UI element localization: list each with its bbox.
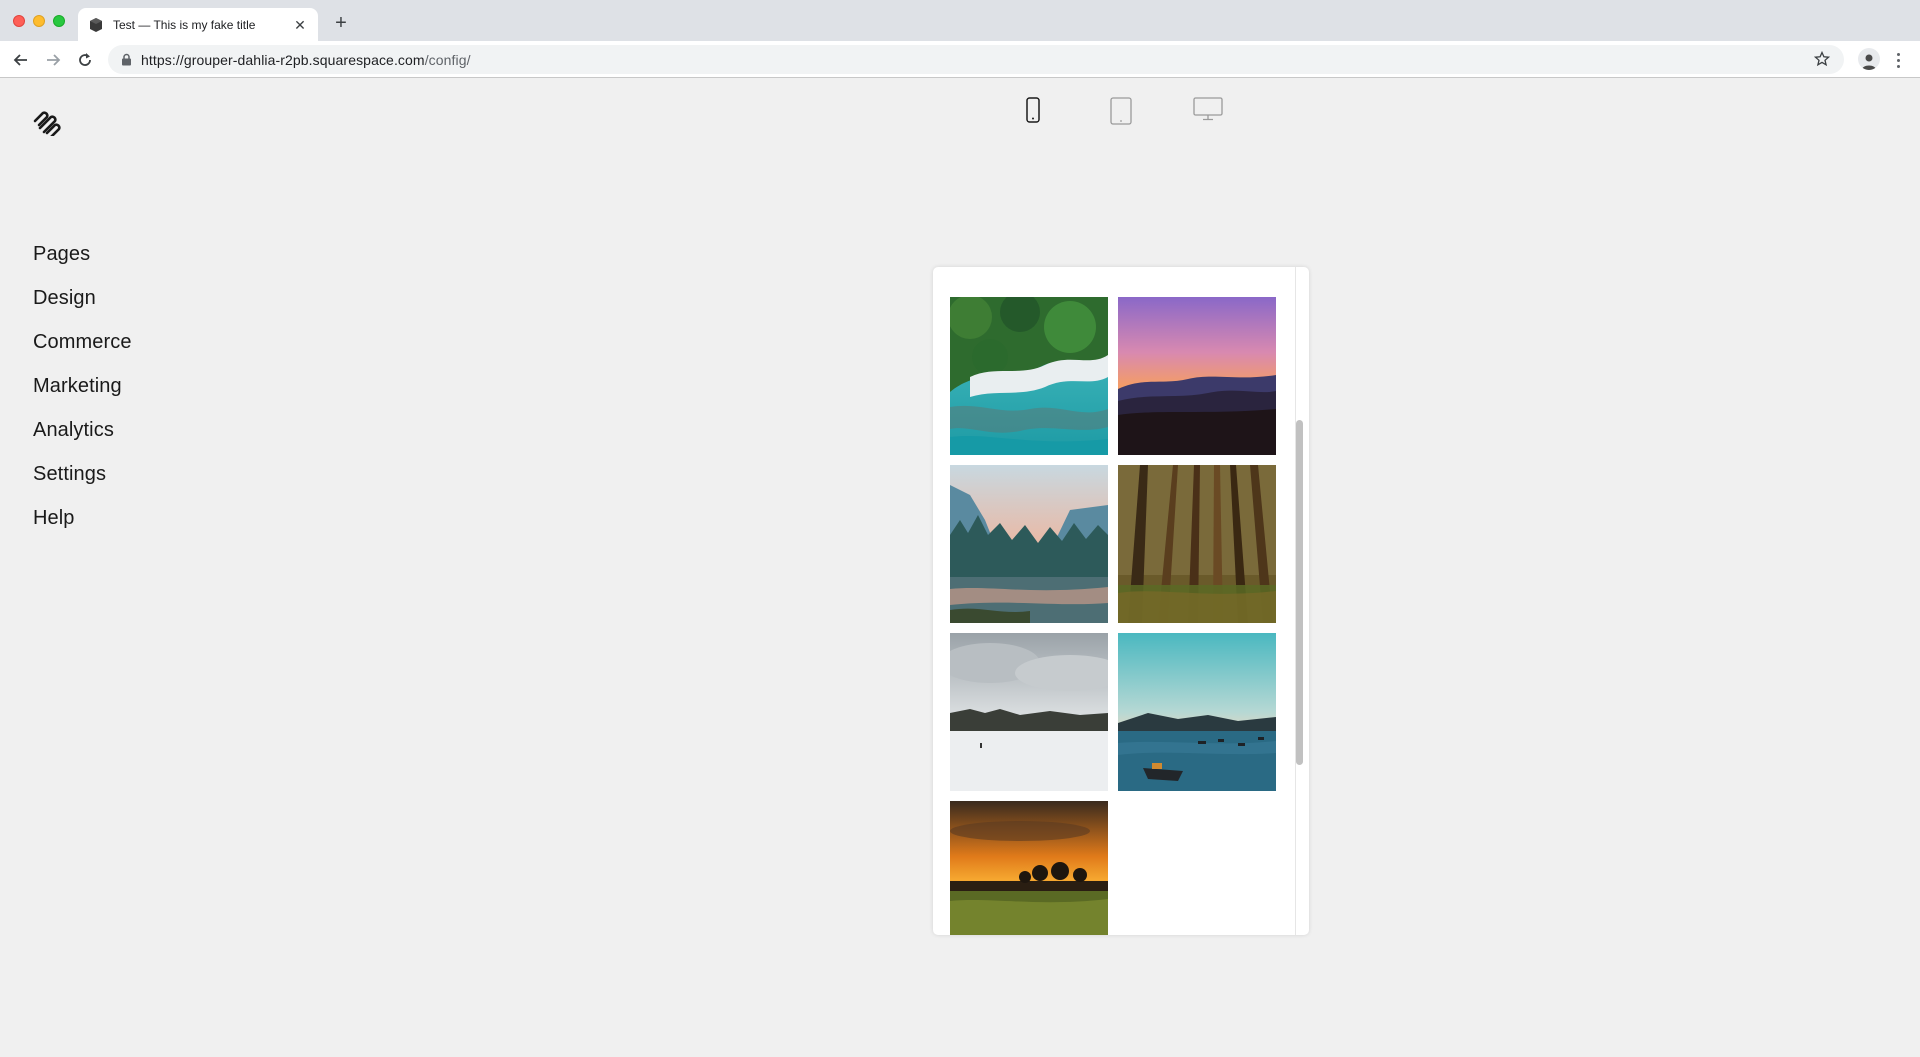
- reload-button[interactable]: [74, 49, 96, 71]
- sidebar-item-help[interactable]: Help: [33, 504, 132, 548]
- valley-river-image[interactable]: [950, 465, 1108, 623]
- lock-icon: [121, 53, 132, 66]
- image-gallery: [950, 297, 1276, 935]
- desktop-icon: [1193, 97, 1223, 121]
- tab-title: Test — This is my fake title: [113, 17, 256, 32]
- minimize-window-button[interactable]: [33, 15, 45, 27]
- forward-button[interactable]: [42, 49, 64, 71]
- star-icon[interactable]: [1813, 50, 1831, 72]
- address-bar[interactable]: https://grouper-dahlia-r2pb.squarespace.…: [108, 45, 1844, 74]
- pine-forest-image[interactable]: [1118, 465, 1276, 623]
- tablet-icon: [1110, 97, 1132, 125]
- desktop-view-button[interactable]: [1192, 96, 1224, 122]
- browser-tab[interactable]: Test — This is my fake title ✕: [78, 8, 318, 41]
- url-path: /config/: [424, 51, 471, 68]
- profile-avatar[interactable]: [1858, 48, 1880, 70]
- sidebar-item-pages[interactable]: Pages: [33, 240, 132, 284]
- snowy-field-image[interactable]: [950, 633, 1108, 791]
- mobile-icon: [1026, 97, 1040, 123]
- tab-close-icon[interactable]: ✕: [292, 17, 308, 33]
- tablet-view-button[interactable]: [1109, 96, 1133, 126]
- mobile-view-button[interactable]: [1025, 96, 1041, 124]
- url-host: https://grouper-dahlia-r2pb.squarespace.…: [141, 51, 425, 68]
- close-window-button[interactable]: [13, 15, 25, 27]
- favicon-icon: [90, 17, 102, 32]
- sidebar-nav: Pages Design Commerce Marketing Analytic…: [33, 240, 132, 548]
- arrow-left-icon: [13, 54, 27, 66]
- sidebar-item-commerce[interactable]: Commerce: [33, 328, 132, 372]
- purple-sunset-mountains-image[interactable]: [1118, 297, 1276, 455]
- device-switcher: [1010, 96, 1230, 130]
- back-button[interactable]: [10, 49, 32, 71]
- golden-sunset-field-image[interactable]: [950, 801, 1108, 935]
- maximize-window-button[interactable]: [53, 15, 65, 27]
- sidebar-item-design[interactable]: Design: [33, 284, 132, 328]
- aerial-coast-image[interactable]: [950, 297, 1108, 455]
- sidebar-item-analytics[interactable]: Analytics: [33, 416, 132, 460]
- mobile-site-preview[interactable]: [933, 267, 1309, 935]
- lake-boats-image[interactable]: [1118, 633, 1276, 791]
- sidebar-item-settings[interactable]: Settings: [33, 460, 132, 504]
- squarespace-logo[interactable]: [32, 110, 62, 136]
- browser-tabbar: Test — This is my fake title ✕ +: [0, 0, 1920, 41]
- browser-toolbar: https://grouper-dahlia-r2pb.squarespace.…: [0, 41, 1920, 78]
- reload-icon: [79, 53, 91, 66]
- new-tab-button[interactable]: +: [330, 12, 352, 34]
- kebab-menu-icon[interactable]: [1892, 49, 1904, 71]
- person-icon: [1862, 54, 1876, 70]
- preview-scrollbar[interactable]: [1296, 420, 1303, 765]
- arrow-right-icon: [47, 54, 61, 66]
- url-text: https://grouper-dahlia-r2pb.squarespace.…: [141, 52, 471, 68]
- sidebar-item-marketing[interactable]: Marketing: [33, 372, 132, 416]
